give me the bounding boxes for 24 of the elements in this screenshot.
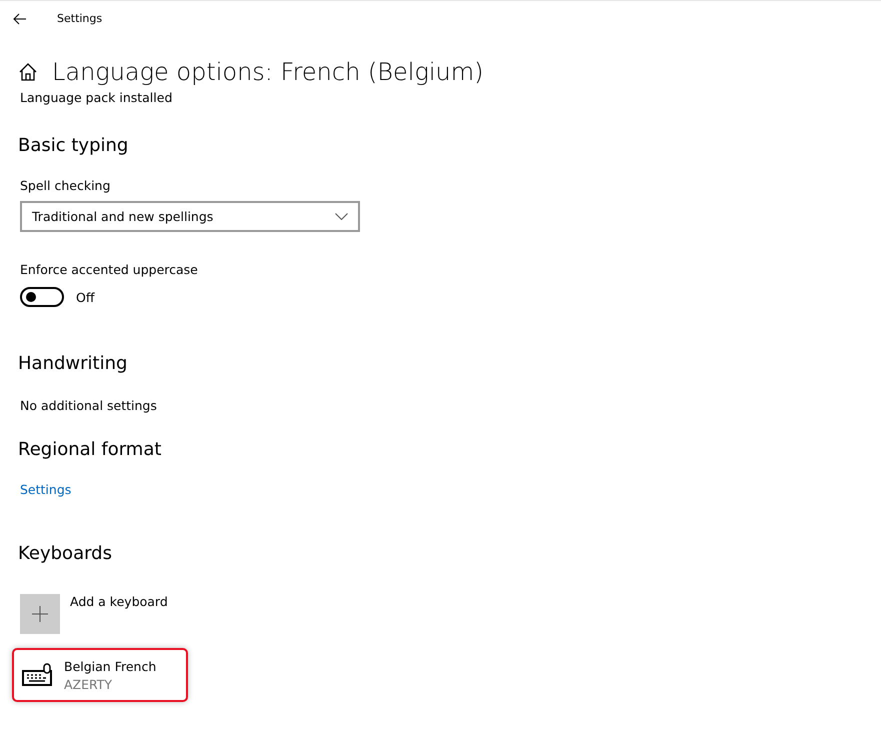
plus-icon — [32, 606, 48, 622]
section-heading: Regional format — [18, 439, 162, 460]
add-keyboard-label: Add a keyboard — [70, 594, 168, 609]
section-heading: Handwriting — [18, 353, 128, 374]
page-title: Language options: French (Belgium) — [52, 58, 484, 86]
section-heading: Basic typing — [18, 135, 128, 156]
keyboard-layout: AZERTY — [64, 676, 114, 692]
section-heading: Keyboards — [18, 543, 112, 564]
field-label: Spell checking — [20, 178, 110, 193]
home-icon — [18, 63, 38, 81]
keyboard-name: Belgian French — [64, 658, 156, 674]
window-title: Settings — [57, 12, 102, 25]
settings-link[interactable]: Settings — [20, 482, 72, 497]
field-label: Enforce accented uppercase — [20, 262, 198, 277]
keyboard-item[interactable]: Belgian French AZERTY — [12, 648, 188, 702]
toggle-state: Off — [76, 290, 94, 304]
status-text: Language pack installed — [20, 90, 172, 105]
chevron-down-icon — [335, 213, 348, 220]
spell-checking-dropdown[interactable]: Traditional and new spellings — [20, 201, 360, 232]
keyboard-icon — [22, 663, 54, 687]
back-arrow-icon — [13, 12, 27, 24]
add-button[interactable] — [20, 594, 60, 634]
note-text: No additional settings — [20, 398, 157, 413]
toggle-switch[interactable] — [20, 287, 64, 307]
